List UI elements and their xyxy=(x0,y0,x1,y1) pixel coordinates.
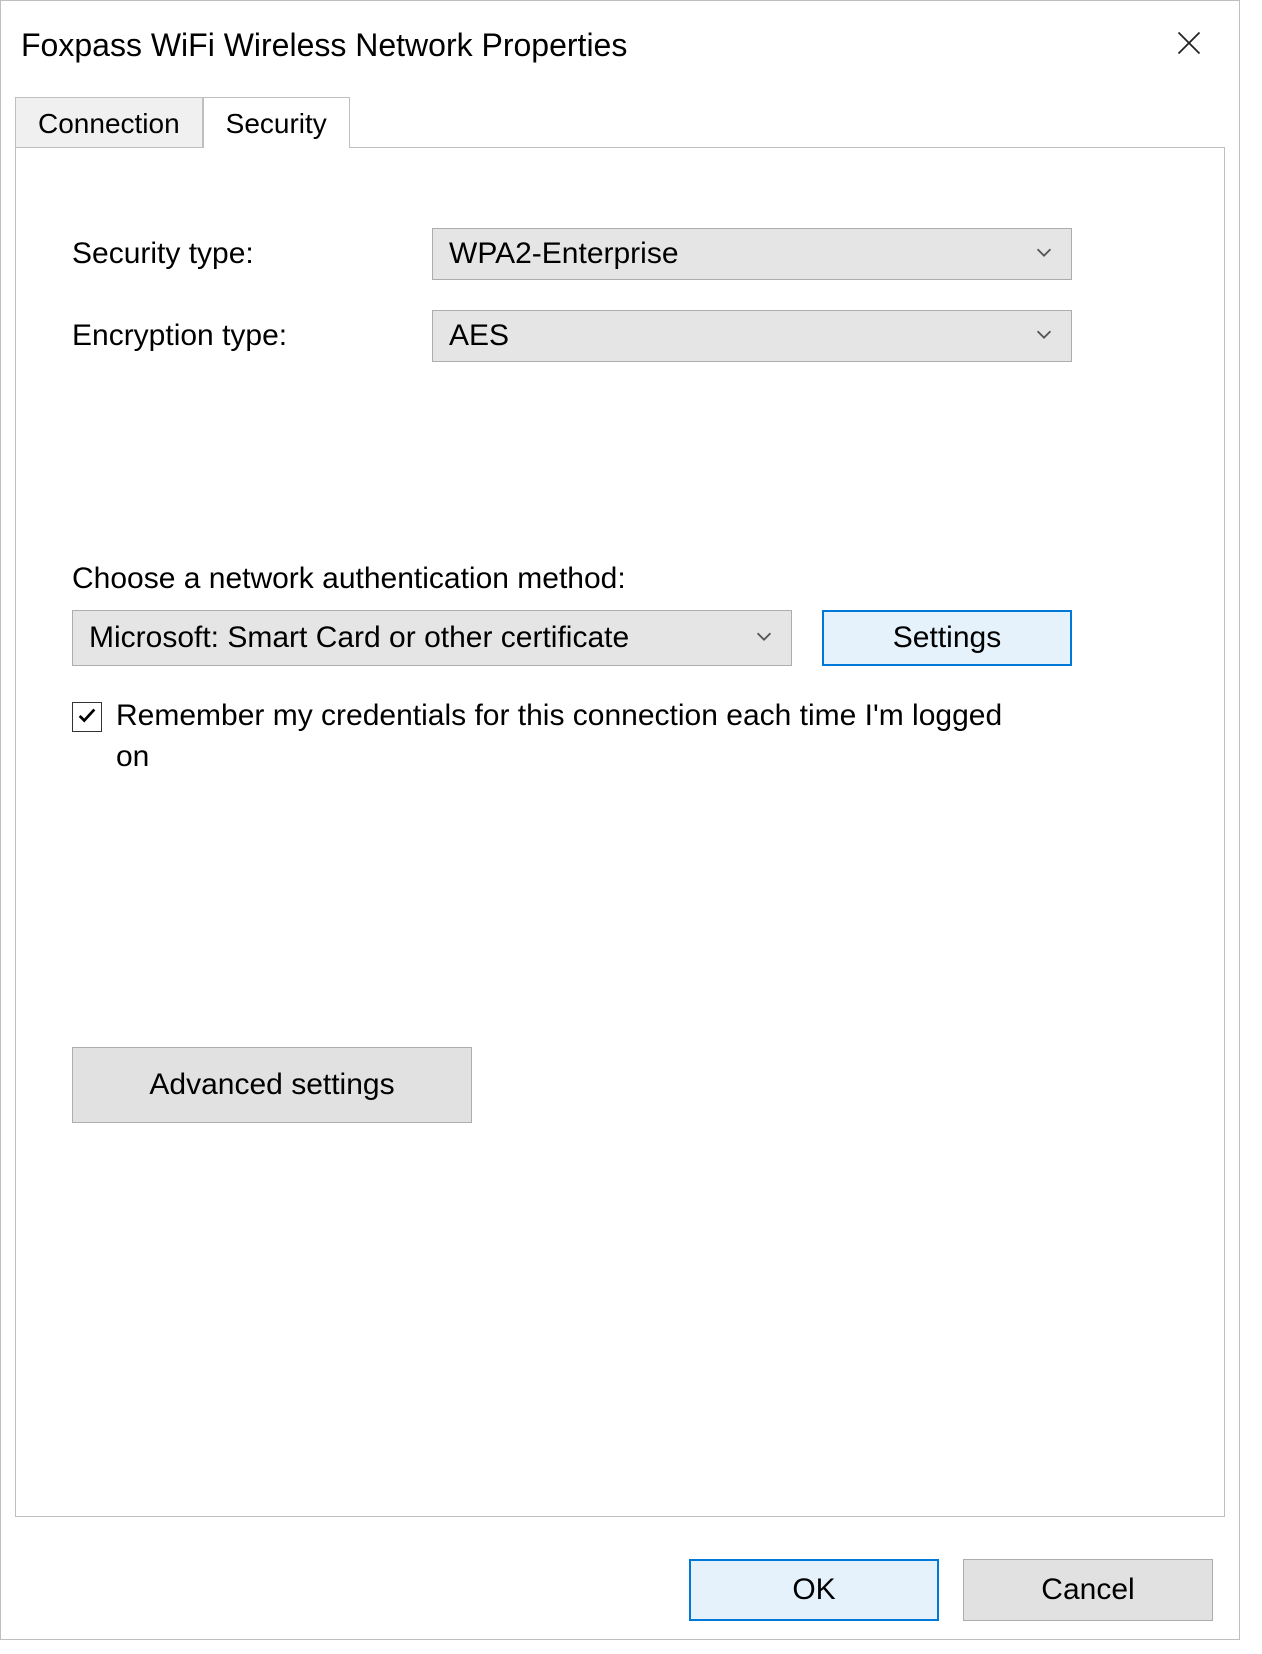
remember-credentials-label: Remember my credentials for this connect… xyxy=(116,696,1022,777)
close-button[interactable] xyxy=(1159,15,1219,75)
ok-button[interactable]: OK xyxy=(689,1559,939,1621)
encryption-type-select[interactable]: AES xyxy=(432,310,1072,362)
chevron-down-icon xyxy=(753,621,775,655)
cancel-button[interactable]: Cancel xyxy=(963,1559,1213,1621)
advanced-settings-button[interactable]: Advanced settings xyxy=(72,1047,472,1123)
window-title: Foxpass WiFi Wireless Network Properties xyxy=(21,27,627,64)
security-type-row: Security type: WPA2-Enterprise xyxy=(72,228,1168,280)
properties-dialog: Foxpass WiFi Wireless Network Properties… xyxy=(0,0,1240,1640)
auth-method-row: Microsoft: Smart Card or other certifica… xyxy=(72,610,1168,666)
tab-security[interactable]: Security xyxy=(203,97,350,148)
tabs-area: Connection Security Security type: WPA2-… xyxy=(1,89,1239,1517)
remember-credentials-row: Remember my credentials for this connect… xyxy=(72,696,1022,777)
tabstrip: Connection Security xyxy=(15,89,1225,147)
security-type-label: Security type: xyxy=(72,237,432,271)
chevron-down-icon xyxy=(1033,237,1055,271)
auth-method-label: Choose a network authentication method: xyxy=(72,562,1168,596)
encryption-type-label: Encryption type: xyxy=(72,319,432,353)
tab-connection[interactable]: Connection xyxy=(15,97,203,148)
titlebar: Foxpass WiFi Wireless Network Properties xyxy=(1,1,1239,89)
encryption-type-value: AES xyxy=(449,319,509,353)
remember-credentials-checkbox[interactable] xyxy=(72,702,102,732)
dialog-buttons: OK Cancel xyxy=(689,1559,1213,1621)
auth-method-value: Microsoft: Smart Card or other certifica… xyxy=(89,621,629,655)
security-type-select[interactable]: WPA2-Enterprise xyxy=(432,228,1072,280)
tabpanel-security: Security type: WPA2-Enterprise Encryptio… xyxy=(15,147,1225,1517)
checkmark-icon xyxy=(76,697,98,738)
auth-settings-button[interactable]: Settings xyxy=(822,610,1072,666)
encryption-type-row: Encryption type: AES xyxy=(72,310,1168,362)
security-type-value: WPA2-Enterprise xyxy=(449,237,679,271)
close-icon xyxy=(1175,29,1203,62)
auth-method-select[interactable]: Microsoft: Smart Card or other certifica… xyxy=(72,610,792,666)
chevron-down-icon xyxy=(1033,319,1055,353)
